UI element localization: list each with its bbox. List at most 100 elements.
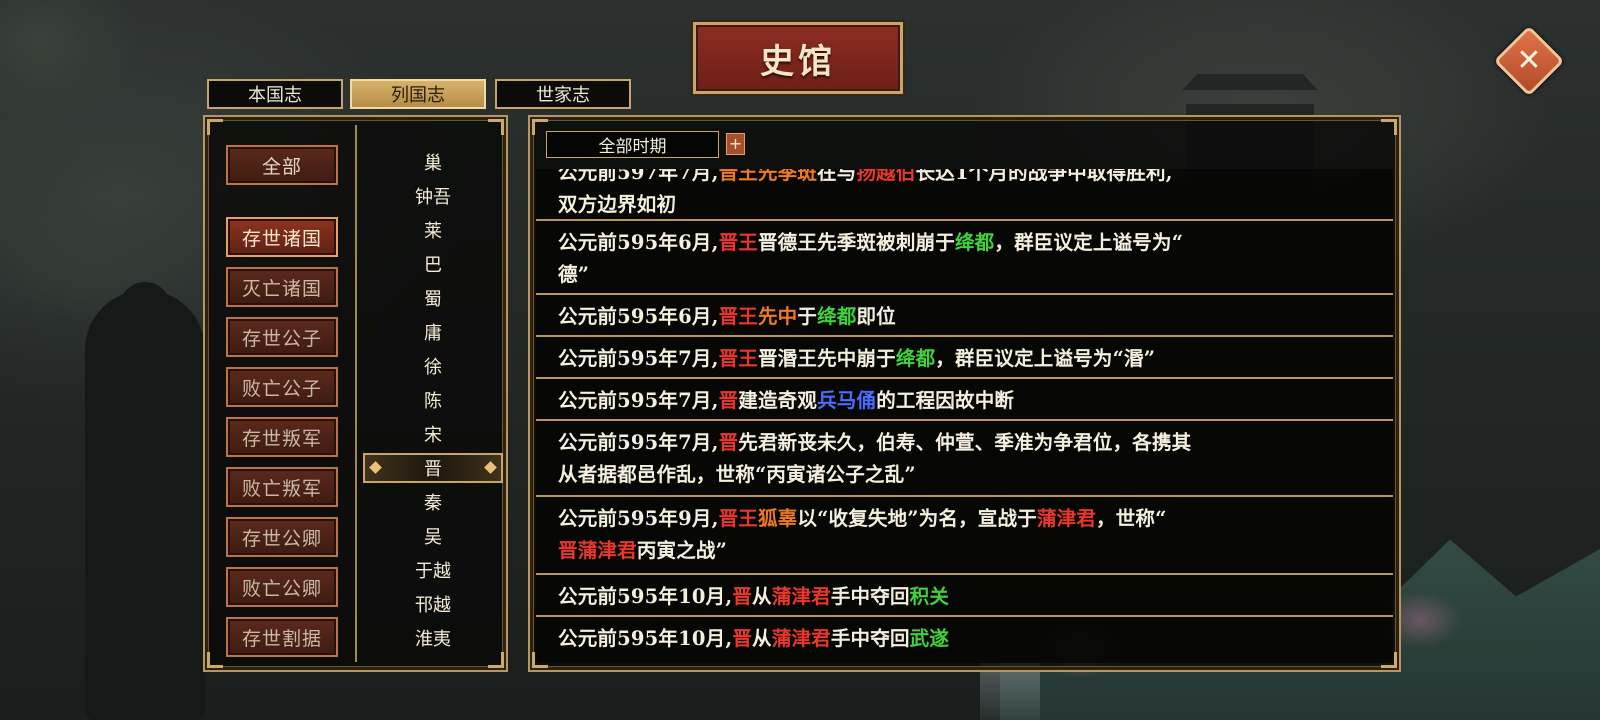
record-highlight: 晋王 <box>718 231 758 254</box>
nation-item[interactable]: 陈 <box>363 385 503 415</box>
nation-item[interactable]: 巴 <box>363 249 503 279</box>
record-highlight: 晋 <box>718 431 739 454</box>
nation-item-selected[interactable]: 晋 <box>363 453 503 483</box>
close-icon: ✕ <box>1516 43 1542 78</box>
record-text: 公元前595年10月, <box>558 585 733 608</box>
record-line: 公元前595年9月,晋王狐辜以“收复失地”为名，宣战于蒲津君，世称“ <box>558 503 1373 535</box>
history-record: 公元前595年7月,晋王晋湣王先中崩于绛都，群臣议定上谥号为“湣” <box>536 335 1393 379</box>
history-panel: 全部时期 + 公元前597年7月,晋王先季斑在与扬越伯长达1个月的战争中取得胜利… <box>528 115 1401 672</box>
record-highlight: 蒲津君 <box>1036 507 1097 530</box>
record-line: 晋蒲津君丙寅之战” <box>558 535 1373 567</box>
nation-item[interactable]: 吴 <box>363 521 503 551</box>
record-text: ，世称“ <box>1096 507 1167 530</box>
record-highlight: 武遂 <box>909 627 950 650</box>
history-record: 公元前595年9月,晋王狐辜以“收复失地”为名，宣战于蒲津君，世称“ 晋蒲津君丙寅… <box>536 495 1393 575</box>
record-line: 德” <box>558 259 1373 291</box>
period-filter-add-button[interactable]: + <box>726 133 745 155</box>
history-record: 公元前597年7月,晋王先季斑在与扬越伯长达1个月的战争中取得胜利, 双方边界如初 <box>536 169 1393 221</box>
nation-item[interactable]: 钟吾 <box>363 181 503 211</box>
record-highlight: 晋 <box>732 627 753 650</box>
record-highlight: 晋 <box>732 585 753 608</box>
record-text: 从 <box>752 585 772 608</box>
record-line: 公元前595年10月,晋从蒲津君手中夺回积关 <box>558 581 1373 613</box>
tab-families-history[interactable]: 世家志 <box>495 79 631 109</box>
history-record: 公元前595年6月,晋王晋德王先季斑被刺崩于绛都，群臣议定上谥号为“ 德” <box>536 219 1393 295</box>
category-button[interactable]: 存世叛军 <box>226 417 338 457</box>
nation-item[interactable]: 莱 <box>363 215 503 245</box>
record-highlight: 晋王先季斑 <box>718 169 818 184</box>
record-line: 公元前595年7月,晋先君新丧未久，伯寿、仲萱、季准为争君位，各携其 <box>558 427 1373 459</box>
record-highlight: 晋王 <box>718 305 758 328</box>
record-text: 公元前595年6月, <box>558 305 719 328</box>
record-line: 公元前597年7月,晋王先季斑在与扬越伯长达1个月的战争中取得胜利, <box>558 169 1373 189</box>
record-text: 以“收复失地”为名，宣战于 <box>797 507 1037 530</box>
frame-corner <box>207 119 223 135</box>
nation-list: 巢 钟吾 莱 巴 蜀 庸 徐 陈 宋 晋 秦 吴 于越 邗越 淮夷 <box>359 147 505 667</box>
filter-panel: 全部 存世诸国 灭亡诸国 存世公子 败亡公子 存世叛军 败亡叛军 存世公卿 败亡… <box>203 115 508 672</box>
panel-divider <box>355 125 357 662</box>
category-button[interactable]: 存世公子 <box>226 317 338 357</box>
top-tabs: 本国志 列国志 世家志 <box>207 79 631 109</box>
nation-item[interactable]: 徐 <box>363 351 503 381</box>
nation-item[interactable]: 于越 <box>363 555 503 585</box>
record-line: 从者据都邑作乱，世称“丙寅诸公子之乱” <box>558 459 1373 491</box>
history-record: 公元前595年6月,晋王先中于绛都即位 <box>536 293 1393 337</box>
record-highlight: 积关 <box>909 585 950 608</box>
category-button[interactable]: 存世诸国 <box>226 217 338 257</box>
category-button[interactable]: 败亡叛军 <box>226 467 338 507</box>
category-button[interactable]: 灭亡诸国 <box>226 267 338 307</box>
history-records-list[interactable]: 公元前597年7月,晋王先季斑在与扬越伯长达1个月的战争中取得胜利, 双方边界如初… <box>536 169 1393 664</box>
record-line: 双方边界如初 <box>558 189 1373 221</box>
history-record: 公元前595年7月,晋先君新丧未久，伯寿、仲萱、季准为争君位，各携其从者据都邑作… <box>536 419 1393 497</box>
title-plaque: 史馆 <box>693 22 903 94</box>
record-text: 在与 <box>817 169 857 184</box>
record-text: ，群臣议定上谥号为“湣” <box>935 347 1156 370</box>
category-list: 全部 存世诸国 灭亡诸国 存世公子 败亡公子 存世叛军 败亡叛军 存世公卿 败亡… <box>219 145 339 665</box>
category-button[interactable]: 存世割据 <box>226 617 338 657</box>
nation-item[interactable]: 巢 <box>363 147 503 177</box>
record-text: 丙寅之战” <box>636 539 728 562</box>
record-highlight: 晋蒲津君 <box>558 539 637 562</box>
nation-item[interactable]: 庸 <box>363 317 503 347</box>
tab-nations-history[interactable]: 列国志 <box>350 79 486 109</box>
period-filter-select[interactable]: 全部时期 <box>546 131 719 158</box>
record-highlight: 晋王 <box>718 507 758 530</box>
record-text: 公元前595年7月, <box>558 389 719 412</box>
record-text: 先君新丧未久，伯寿、仲萱、季准为争君位，各携其 <box>738 431 1192 454</box>
record-text: 公元前595年7月, <box>558 431 719 454</box>
history-record: 公元前595年7月,晋建造奇观兵马俑的工程因故中断 <box>536 377 1393 421</box>
record-highlight: 绛都 <box>954 231 995 254</box>
nation-item[interactable]: 秦 <box>363 487 503 517</box>
record-highlight: 先中 <box>757 305 798 328</box>
record-text: 于 <box>797 305 818 328</box>
record-highlight: 蒲津君 <box>771 627 831 650</box>
record-text: 公元前595年10月, <box>558 627 733 650</box>
record-text: 晋湣王先中崩于 <box>757 347 896 370</box>
page-title: 史馆 <box>760 41 836 82</box>
tab-local-history[interactable]: 本国志 <box>207 79 343 109</box>
nation-item[interactable]: 宋 <box>363 419 503 449</box>
record-text: 从者据都邑作乱，世称“丙寅诸公子之乱” <box>558 463 916 486</box>
record-line: 公元前595年6月,晋王先中于绛都即位 <box>558 301 1373 333</box>
frame-corner <box>488 119 504 135</box>
history-record: 公元前595年10月,晋从蒲津君手中夺回积关 <box>536 573 1393 617</box>
record-line: 公元前595年7月,晋建造奇观兵马俑的工程因故中断 <box>558 385 1373 417</box>
record-text: 公元前595年7月, <box>558 347 719 370</box>
nation-item[interactable]: 蜀 <box>363 283 503 313</box>
record-text: 从 <box>752 627 772 650</box>
background-figure <box>85 290 205 720</box>
record-line: 公元前595年10月,晋从蒲津君手中夺回武遂 <box>558 623 1373 655</box>
category-button[interactable]: 败亡公子 <box>226 367 338 407</box>
record-highlight: 兵马俑 <box>817 389 877 412</box>
category-button[interactable]: 败亡公卿 <box>226 567 338 607</box>
record-text: 公元前597年7月, <box>558 169 719 184</box>
nation-item[interactable]: 淮夷 <box>363 623 503 653</box>
frame-corner <box>1381 119 1397 135</box>
record-text: 长达1个月的战争中取得胜利, <box>915 169 1173 184</box>
nation-item[interactable]: 邗越 <box>363 589 503 619</box>
category-button[interactable]: 存世公卿 <box>226 517 338 557</box>
category-all-button[interactable]: 全部 <box>226 145 338 185</box>
record-text: 手中夺回 <box>830 585 910 608</box>
record-line: 公元前595年6月,晋王晋德王先季斑被刺崩于绛都，群臣议定上谥号为“ <box>558 227 1373 259</box>
record-text: 德” <box>558 263 590 286</box>
